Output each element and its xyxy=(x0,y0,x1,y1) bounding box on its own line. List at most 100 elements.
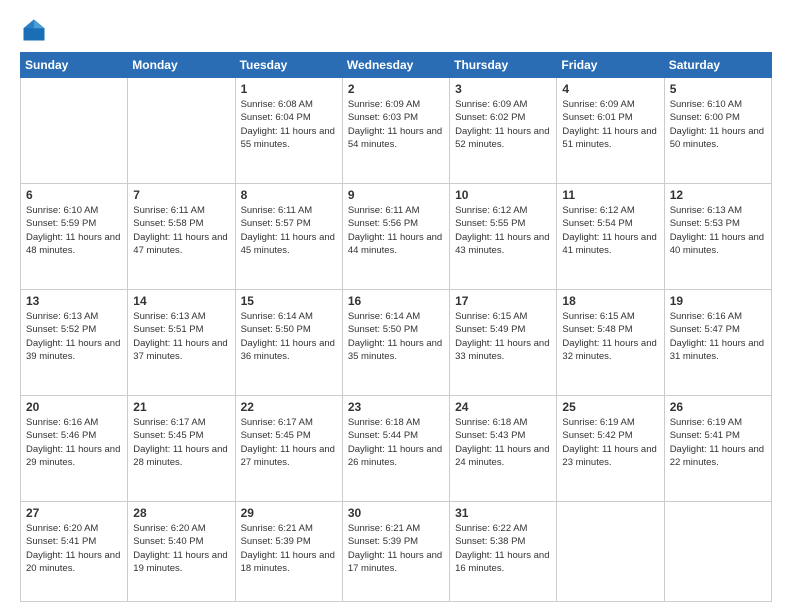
day-number: 5 xyxy=(670,82,766,96)
calendar-cell: 11 Sunrise: 6:12 AM Sunset: 5:54 PM Dayli… xyxy=(557,184,664,290)
calendar-cell: 6 Sunrise: 6:10 AM Sunset: 5:59 PM Daylig… xyxy=(21,184,128,290)
weekday-header-saturday: Saturday xyxy=(664,53,771,78)
day-info: Sunrise: 6:19 AM Sunset: 5:42 PM Dayligh… xyxy=(562,416,658,469)
day-number: 25 xyxy=(562,400,658,414)
calendar-cell: 13 Sunrise: 6:13 AM Sunset: 5:52 PM Dayli… xyxy=(21,290,128,396)
calendar-cell: 8 Sunrise: 6:11 AM Sunset: 5:57 PM Daylig… xyxy=(235,184,342,290)
day-info: Sunrise: 6:15 AM Sunset: 5:48 PM Dayligh… xyxy=(562,310,658,363)
day-number: 11 xyxy=(562,188,658,202)
day-number: 30 xyxy=(348,506,444,520)
day-info: Sunrise: 6:09 AM Sunset: 6:03 PM Dayligh… xyxy=(348,98,444,151)
calendar-cell: 18 Sunrise: 6:15 AM Sunset: 5:48 PM Dayli… xyxy=(557,290,664,396)
calendar-cell: 23 Sunrise: 6:18 AM Sunset: 5:44 PM Dayli… xyxy=(342,396,449,502)
calendar-cell: 16 Sunrise: 6:14 AM Sunset: 5:50 PM Dayli… xyxy=(342,290,449,396)
calendar-cell: 27Sunrise: 6:20 AM Sunset: 5:41 PM Dayli… xyxy=(21,502,128,602)
calendar-cell: 10 Sunrise: 6:12 AM Sunset: 5:55 PM Dayli… xyxy=(450,184,557,290)
day-info: Sunrise: 6:17 AM Sunset: 5:45 PM Dayligh… xyxy=(241,416,337,469)
day-number: 22 xyxy=(241,400,337,414)
day-info: Sunrise: 6:17 AM Sunset: 5:45 PM Dayligh… xyxy=(133,416,229,469)
calendar-cell: 25 Sunrise: 6:19 AM Sunset: 5:42 PM Dayli… xyxy=(557,396,664,502)
weekday-header-monday: Monday xyxy=(128,53,235,78)
day-number: 6 xyxy=(26,188,122,202)
header xyxy=(20,16,772,44)
calendar-cell xyxy=(21,78,128,184)
day-info: Sunrise: 6:19 AM Sunset: 5:41 PM Dayligh… xyxy=(670,416,766,469)
day-number: 1 xyxy=(241,82,337,96)
day-info: Sunrise: 6:10 AM Sunset: 5:59 PM Dayligh… xyxy=(26,204,122,257)
calendar-cell: 28 Sunrise: 6:20 AM Sunset: 5:40 PM Dayli… xyxy=(128,502,235,602)
day-number: 16 xyxy=(348,294,444,308)
calendar-cell xyxy=(128,78,235,184)
day-number: 24 xyxy=(455,400,551,414)
day-number: 7 xyxy=(133,188,229,202)
day-info: Sunrise: 6:12 AM Sunset: 5:55 PM Dayligh… xyxy=(455,204,551,257)
logo-icon xyxy=(20,16,48,44)
calendar-cell: 9 Sunrise: 6:11 AM Sunset: 5:56 PM Daylig… xyxy=(342,184,449,290)
day-info: Sunrise: 6:14 AM Sunset: 5:50 PM Dayligh… xyxy=(348,310,444,363)
day-number: 9 xyxy=(348,188,444,202)
day-number: 20 xyxy=(26,400,122,414)
calendar-cell: 15Sunrise: 6:14 AM Sunset: 5:50 PM Dayli… xyxy=(235,290,342,396)
day-info: Sunrise: 6:13 AM Sunset: 5:51 PM Dayligh… xyxy=(133,310,229,363)
day-info: Sunrise: 6:15 AM Sunset: 5:49 PM Dayligh… xyxy=(455,310,551,363)
day-info: Sunrise: 6:12 AM Sunset: 5:54 PM Dayligh… xyxy=(562,204,658,257)
day-number: 14 xyxy=(133,294,229,308)
day-info: Sunrise: 6:09 AM Sunset: 6:02 PM Dayligh… xyxy=(455,98,551,151)
day-info: Sunrise: 6:13 AM Sunset: 5:53 PM Dayligh… xyxy=(670,204,766,257)
calendar-cell: 24 Sunrise: 6:18 AM Sunset: 5:43 PM Dayli… xyxy=(450,396,557,502)
day-number: 8 xyxy=(241,188,337,202)
calendar-cell: 3 Sunrise: 6:09 AM Sunset: 6:02 PM Daylig… xyxy=(450,78,557,184)
weekday-header-row: SundayMondayTuesdayWednesdayThursdayFrid… xyxy=(21,53,772,78)
calendar-week-2: 6 Sunrise: 6:10 AM Sunset: 5:59 PM Daylig… xyxy=(21,184,772,290)
calendar-cell: 29 Sunrise: 6:21 AM Sunset: 5:39 PM Dayli… xyxy=(235,502,342,602)
day-number: 28 xyxy=(133,506,229,520)
calendar-cell: 7Sunrise: 6:11 AM Sunset: 5:58 PM Daylig… xyxy=(128,184,235,290)
weekday-header-tuesday: Tuesday xyxy=(235,53,342,78)
day-number: 12 xyxy=(670,188,766,202)
day-number: 13 xyxy=(26,294,122,308)
weekday-header-sunday: Sunday xyxy=(21,53,128,78)
day-number: 10 xyxy=(455,188,551,202)
day-number: 18 xyxy=(562,294,658,308)
day-number: 31 xyxy=(455,506,551,520)
calendar-cell: 17Sunrise: 6:15 AM Sunset: 5:49 PM Dayli… xyxy=(450,290,557,396)
day-number: 15 xyxy=(241,294,337,308)
day-number: 21 xyxy=(133,400,229,414)
day-number: 23 xyxy=(348,400,444,414)
day-number: 4 xyxy=(562,82,658,96)
day-info: Sunrise: 6:08 AM Sunset: 6:04 PM Dayligh… xyxy=(241,98,337,151)
day-info: Sunrise: 6:20 AM Sunset: 5:41 PM Dayligh… xyxy=(26,522,122,575)
weekday-header-thursday: Thursday xyxy=(450,53,557,78)
day-info: Sunrise: 6:10 AM Sunset: 6:00 PM Dayligh… xyxy=(670,98,766,151)
day-number: 29 xyxy=(241,506,337,520)
calendar-cell: 19 Sunrise: 6:16 AM Sunset: 5:47 PM Dayli… xyxy=(664,290,771,396)
calendar-cell xyxy=(557,502,664,602)
calendar-week-3: 13 Sunrise: 6:13 AM Sunset: 5:52 PM Dayli… xyxy=(21,290,772,396)
logo xyxy=(20,16,52,44)
day-info: Sunrise: 6:13 AM Sunset: 5:52 PM Dayligh… xyxy=(26,310,122,363)
calendar-table: SundayMondayTuesdayWednesdayThursdayFrid… xyxy=(20,52,772,602)
calendar-cell: 21 Sunrise: 6:17 AM Sunset: 5:45 PM Dayli… xyxy=(128,396,235,502)
day-number: 19 xyxy=(670,294,766,308)
calendar-cell: 22 Sunrise: 6:17 AM Sunset: 5:45 PM Dayli… xyxy=(235,396,342,502)
day-number: 3 xyxy=(455,82,551,96)
day-info: Sunrise: 6:11 AM Sunset: 5:57 PM Dayligh… xyxy=(241,204,337,257)
calendar-cell: 30Sunrise: 6:21 AM Sunset: 5:39 PM Dayli… xyxy=(342,502,449,602)
day-number: 26 xyxy=(670,400,766,414)
day-info: Sunrise: 6:11 AM Sunset: 5:56 PM Dayligh… xyxy=(348,204,444,257)
day-info: Sunrise: 6:20 AM Sunset: 5:40 PM Dayligh… xyxy=(133,522,229,575)
calendar-cell: 4 Sunrise: 6:09 AM Sunset: 6:01 PM Daylig… xyxy=(557,78,664,184)
day-info: Sunrise: 6:18 AM Sunset: 5:43 PM Dayligh… xyxy=(455,416,551,469)
day-info: Sunrise: 6:18 AM Sunset: 5:44 PM Dayligh… xyxy=(348,416,444,469)
calendar-cell: 2Sunrise: 6:09 AM Sunset: 6:03 PM Daylig… xyxy=(342,78,449,184)
calendar-week-1: 1 Sunrise: 6:08 AM Sunset: 6:04 PM Daylig… xyxy=(21,78,772,184)
day-info: Sunrise: 6:09 AM Sunset: 6:01 PM Dayligh… xyxy=(562,98,658,151)
calendar-cell: 12 Sunrise: 6:13 AM Sunset: 5:53 PM Dayli… xyxy=(664,184,771,290)
day-info: Sunrise: 6:22 AM Sunset: 5:38 PM Dayligh… xyxy=(455,522,551,575)
day-info: Sunrise: 6:21 AM Sunset: 5:39 PM Dayligh… xyxy=(241,522,337,575)
day-info: Sunrise: 6:16 AM Sunset: 5:46 PM Dayligh… xyxy=(26,416,122,469)
calendar-week-4: 20 Sunrise: 6:16 AM Sunset: 5:46 PM Dayli… xyxy=(21,396,772,502)
calendar-cell: 31 Sunrise: 6:22 AM Sunset: 5:38 PM Dayli… xyxy=(450,502,557,602)
day-info: Sunrise: 6:16 AM Sunset: 5:47 PM Dayligh… xyxy=(670,310,766,363)
weekday-header-friday: Friday xyxy=(557,53,664,78)
